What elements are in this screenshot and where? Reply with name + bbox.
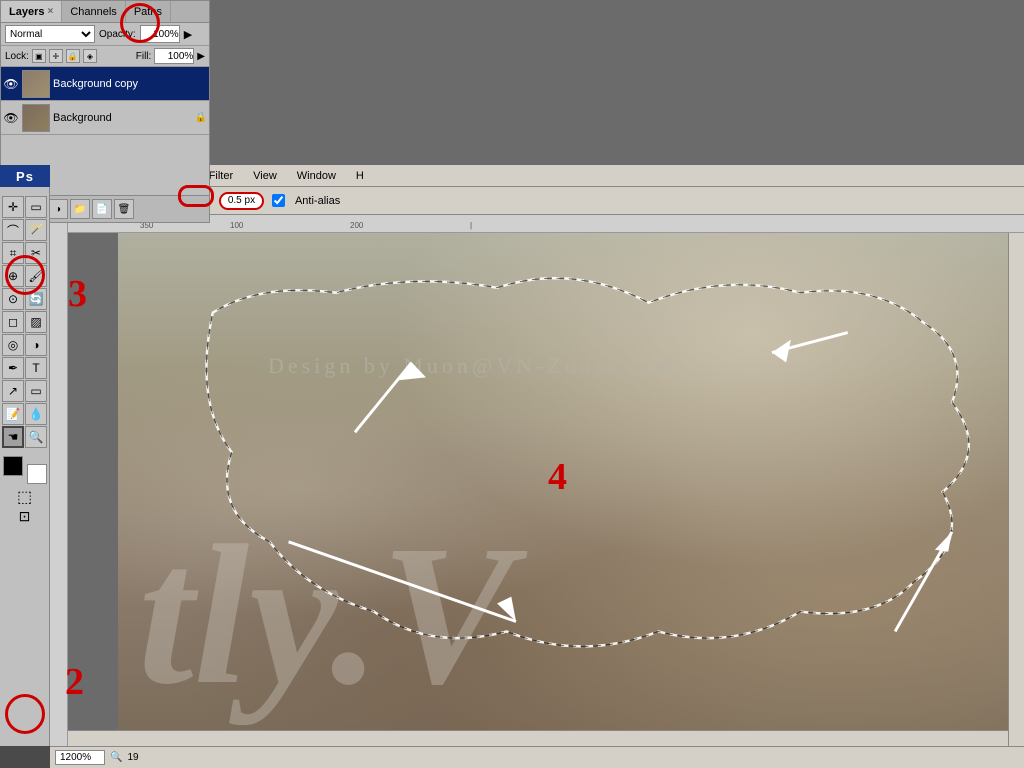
tool-row-2: ⌒ 🪄 — [2, 219, 47, 241]
menu-help[interactable]: H — [351, 168, 369, 184]
tab-layers[interactable]: Layers × — [1, 1, 62, 22]
menu-window[interactable]: Window — [292, 168, 341, 184]
pen-tool[interactable]: ✒ — [2, 357, 24, 379]
footer-new-btn[interactable]: 📄 — [92, 199, 112, 219]
hand-tool[interactable]: ☚ — [2, 426, 24, 448]
fill-label: Fill: — [136, 51, 152, 62]
panel-tabs: Layers × Channels Paths — [1, 1, 209, 23]
lasso-tool[interactable]: ⌒ — [2, 219, 24, 241]
footer-folder-btn[interactable]: 📁 — [70, 199, 90, 219]
anti-alias-checkbox[interactable] — [272, 194, 285, 207]
ps-logo: Ps — [0, 165, 50, 187]
layer-name-background: Background — [53, 112, 192, 124]
layer-item-background-copy[interactable]: 👁 Background copy — [1, 67, 209, 101]
text-tool[interactable]: T — [25, 357, 47, 379]
layer-visibility-icon[interactable]: 👁 — [3, 76, 19, 92]
blur-tool[interactable]: ◎ — [2, 334, 24, 356]
scrollbar-vertical[interactable] — [1008, 233, 1024, 746]
anti-alias-label: Anti-alias — [295, 195, 340, 207]
shape-tool[interactable]: ▭ — [25, 380, 47, 402]
selection-tool[interactable]: ▭ — [25, 196, 47, 218]
status-bar: 🔍 19 — [50, 746, 1024, 768]
zoom-tool[interactable]: 🔍 — [25, 426, 47, 448]
scrollbar-horizontal[interactable] — [68, 730, 1008, 746]
lock-extra-icon[interactable]: ◈ — [83, 49, 97, 63]
tab-close-icon[interactable]: × — [47, 6, 53, 17]
eraser-tool[interactable]: ◻ — [2, 311, 24, 333]
blend-mode-select[interactable]: Normal — [5, 25, 95, 43]
canvas-background: tly.V Design by Muon@VN-Zoom.com — [118, 233, 1024, 746]
annotation-number-3: 3 — [68, 272, 87, 316]
magic-wand-tool[interactable]: 🪄 — [25, 219, 47, 241]
annotation-circle-feather — [178, 185, 214, 207]
move-tool[interactable]: ✛ — [2, 196, 24, 218]
tool-row-11: ☚ 🔍 — [2, 426, 47, 448]
tool-row-6: ◻ ▨ — [2, 311, 47, 333]
gradient-tool[interactable]: ▨ — [25, 311, 47, 333]
fill-input[interactable] — [154, 48, 194, 64]
dodge-tool[interactable]: ◑ — [25, 334, 47, 356]
annotation-circle-1 — [120, 3, 160, 43]
layer-item-background[interactable]: 👁 Background 🔒 — [1, 101, 209, 135]
lock-all-icon[interactable]: 🔒 — [66, 49, 80, 63]
layer-name-background-copy: Background copy — [53, 78, 207, 90]
tab-channels[interactable]: Channels — [62, 1, 125, 22]
lock-label: Lock: — [5, 51, 29, 62]
tool-row-8: ✒ T — [2, 357, 47, 379]
eyedropper-tool[interactable]: 💧 — [25, 403, 47, 425]
canvas-image[interactable]: tly.V Design by Muon@VN-Zoom.com — [118, 233, 1024, 746]
quick-mask-icon[interactable]: ⬚ — [17, 487, 32, 507]
feather-input[interactable] — [219, 192, 264, 210]
lock-pixels-icon[interactable]: ▣ — [32, 49, 46, 63]
footer-trash-btn[interactable]: 🗑 — [114, 199, 134, 219]
annotation-number-4: 4 — [548, 455, 567, 499]
lock-row: Lock: ▣ ✛ 🔒 ◈ Fill: ▶ — [1, 46, 209, 67]
zoom-input[interactable] — [55, 750, 105, 765]
layer-visibility-icon-2[interactable]: 👁 — [3, 110, 19, 126]
layer-thumbnail — [22, 70, 50, 98]
color-swatches[interactable] — [3, 456, 47, 484]
svg-text:100: 100 — [230, 221, 244, 230]
annotation-number-2: 2 — [65, 660, 84, 704]
lock-move-icon[interactable]: ✛ — [49, 49, 63, 63]
status-magnifier-icon: 🔍 — [110, 752, 122, 763]
svg-text:200: 200 — [350, 221, 364, 230]
path-select-tool[interactable]: ↗ — [2, 380, 24, 402]
screen-mode-icon[interactable]: ⊡ — [19, 508, 31, 525]
svg-text:|: | — [470, 221, 472, 230]
opacity-arrow[interactable]: ▶ — [184, 28, 192, 41]
notes-tool[interactable]: 📝 — [2, 403, 24, 425]
menu-view[interactable]: View — [248, 168, 282, 184]
layer-thumbnail-2 — [22, 104, 50, 132]
annotation-circle-zoom — [5, 694, 45, 734]
tool-row-10: 📝 💧 — [2, 403, 47, 425]
fill-arrow[interactable]: ▶ — [197, 51, 205, 62]
tool-row-9: ↗ ▭ — [2, 380, 47, 402]
annotation-circle-lasso — [5, 255, 45, 295]
panel-controls: Normal Opacity: ▶ — [1, 23, 209, 46]
layer-lock-icon: 🔒 — [195, 112, 207, 123]
toolbox: ✛ ▭ ⌒ 🪄 ⌗ ✂ ⊕ 🖌 ⊙ 🔄 ◻ ▨ ◎ ◑ ✒ T ↗ ▭ 📝 💧 … — [0, 165, 50, 746]
canvas-bg-gradient — [118, 233, 1024, 746]
status-info: 19 — [127, 752, 138, 763]
tool-row-1: ✛ ▭ — [2, 196, 47, 218]
footer-mask-btn[interactable]: ◑ — [48, 199, 68, 219]
tool-row-7: ◎ ◑ — [2, 334, 47, 356]
